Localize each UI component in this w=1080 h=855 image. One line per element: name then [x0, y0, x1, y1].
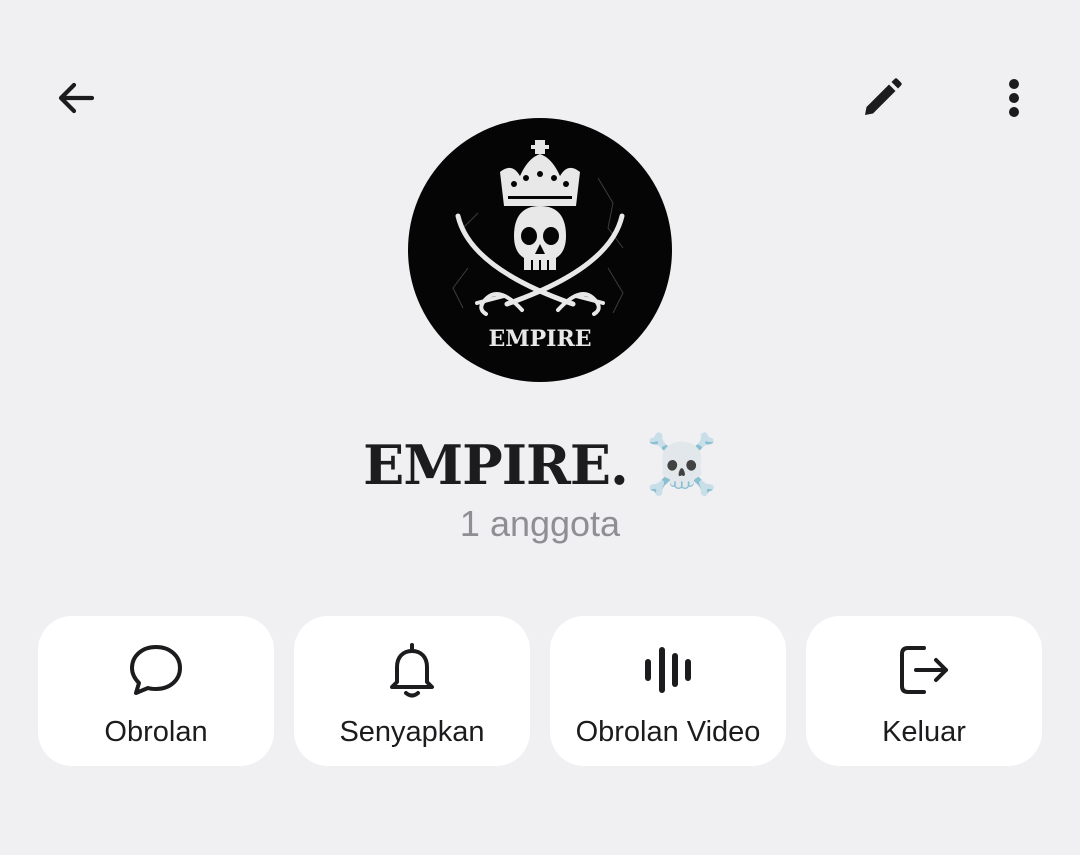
chat-button[interactable]: Obrolan — [38, 616, 274, 766]
group-name-text: EMPIRE. — [363, 433, 629, 497]
back-button[interactable] — [40, 62, 112, 134]
arrow-left-icon — [58, 82, 95, 114]
mute-button[interactable]: Senyapkan — [294, 616, 530, 766]
leave-button[interactable]: Keluar — [806, 616, 1042, 766]
logout-icon — [892, 638, 956, 702]
edit-button[interactable] — [846, 62, 918, 134]
chat-button-label: Obrolan — [104, 716, 208, 748]
skull-crossbones-emoji: ☠️ — [645, 430, 718, 498]
bell-icon — [380, 638, 444, 702]
more-options-button[interactable] — [978, 62, 1050, 134]
more-vertical-icon — [1009, 79, 1019, 117]
video-chat-button-label: Obrolan Video — [575, 716, 761, 748]
avatar-text: EMPIRE — [488, 326, 591, 352]
chat-bubble-icon — [124, 638, 188, 702]
pencil-icon — [865, 78, 902, 115]
mute-button-label: Senyapkan — [339, 716, 485, 748]
skull-crown-logo: EMPIRE — [452, 140, 625, 352]
audio-bars-icon — [636, 638, 700, 702]
video-chat-button[interactable]: Obrolan Video — [550, 616, 786, 766]
member-count: 1 anggota — [459, 503, 621, 544]
action-buttons: Obrolan Senyapkan Obrolan Video Keluar — [38, 616, 1042, 766]
leave-button-label: Keluar — [882, 716, 966, 748]
group-name: EMPIRE. ☠️ — [0, 428, 1080, 501]
group-avatar[interactable]: EMPIRE — [408, 118, 672, 382]
